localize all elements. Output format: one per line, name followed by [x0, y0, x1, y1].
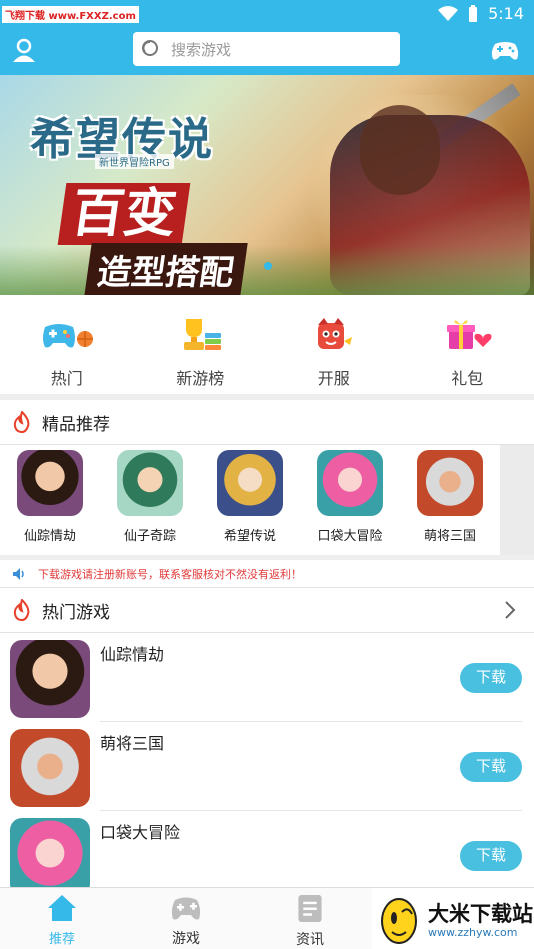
featured-item-label: 仙踪情劫: [23, 529, 76, 544]
game-icon: [417, 450, 483, 516]
notice-text: 下载游戏请注册新账号，联系客服核对不然没有返利！: [38, 567, 302, 581]
banner-slogan-sub: 造型搭配: [84, 243, 248, 295]
featured-scroll-area[interactable]: [500, 445, 534, 555]
hot-games-section-header[interactable]: 热门游戏: [0, 588, 534, 632]
gamepad-ball-icon: [42, 324, 93, 348]
featured-list: 仙踪情劫 仙子奇踪 希望传说 口袋大冒险 萌将三国: [0, 445, 500, 555]
site-watermark: 大米下载站 www.zzhyw.com: [372, 887, 534, 949]
notice-bar: 下载游戏请注册新账号，联系客服核对不然没有返利！: [0, 560, 534, 587]
game-icon: [317, 450, 383, 516]
quick-nav-new-ranking[interactable]: 新游榜: [134, 295, 268, 394]
server-mascot-icon: [317, 318, 352, 349]
battery-icon: [469, 4, 478, 22]
game-icon: [117, 450, 183, 516]
mascot-logo: [381, 898, 417, 944]
watermark-title: 大米下载站: [428, 902, 533, 926]
featured-item-label: 萌将三国: [423, 529, 476, 544]
banner-hero-hair: [360, 105, 440, 195]
featured-item-label: 仙子奇踪: [123, 529, 176, 544]
top-watermark: 飞翔下载 www.FXXZ.com: [2, 6, 139, 23]
game-list-row[interactable]: 仙踪情劫 下载: [0, 633, 534, 722]
game-icon: [217, 450, 283, 516]
game-name: 口袋大冒险: [100, 823, 181, 842]
featured-title: 精品推荐: [42, 414, 110, 435]
hot-games-title: 热门游戏: [42, 602, 110, 623]
quick-nav-new-ranking-label: 新游榜: [176, 369, 225, 388]
game-name: 仙踪情劫: [100, 645, 165, 664]
gamepad-icon: [171, 897, 201, 920]
home-icon: [48, 895, 76, 921]
gamepad-icon[interactable]: [490, 38, 520, 62]
news-icon: [298, 894, 322, 923]
watermark-url: www.zzhyw.com: [428, 926, 518, 939]
status-time: 5:14: [488, 4, 524, 23]
banner-page-indicator[interactable]: [264, 262, 272, 270]
game-icon: [17, 450, 83, 516]
flame-icon: [13, 411, 30, 433]
download-button[interactable]: 下载: [460, 663, 522, 693]
featured-item[interactable]: 仙踪情劫: [0, 445, 100, 555]
gift-heart-icon: [447, 320, 492, 349]
banner-logo-subtitle: 新世界冒险RPG: [95, 154, 174, 169]
featured-section-header: 精品推荐: [0, 400, 534, 444]
tab-games-label: 游戏: [172, 931, 200, 947]
trophy-icon: [184, 319, 222, 350]
game-list-row[interactable]: 萌将三国 下载: [0, 722, 534, 811]
search-icon: [142, 40, 158, 56]
featured-item[interactable]: 萌将三国: [400, 445, 500, 555]
search-placeholder: 搜索游戏: [171, 40, 232, 59]
tab-recommend[interactable]: 推荐: [0, 888, 124, 949]
search-input[interactable]: 搜索游戏: [133, 32, 400, 66]
game-icon: [10, 729, 90, 807]
quick-nav-gift-label: 礼包: [451, 369, 484, 388]
featured-item-label: 口袋大冒险: [317, 529, 383, 544]
quick-nav-hot[interactable]: 热门: [0, 295, 134, 394]
game-icon: [10, 640, 90, 718]
user-profile-icon[interactable]: [11, 37, 37, 63]
status-bar: 5:14: [438, 4, 524, 23]
chevron-right-icon[interactable]: [504, 600, 516, 620]
featured-item[interactable]: 希望传说: [200, 445, 300, 555]
download-button[interactable]: 下载: [460, 841, 522, 871]
featured-item[interactable]: 口袋大冒险: [300, 445, 400, 555]
wifi-icon: [438, 5, 459, 21]
speaker-icon: [13, 567, 24, 580]
featured-item-label: 希望传说: [223, 529, 276, 544]
tab-news[interactable]: 资讯: [248, 888, 372, 949]
quick-nav-hot-label: 热门: [50, 369, 83, 388]
tab-games[interactable]: 游戏: [124, 888, 248, 949]
bottom-tab-bar: 推荐 游戏 资讯: [0, 887, 372, 949]
promo-banner[interactable]: 希望传说 新世界冒险RPG 百变 造型搭配: [0, 75, 534, 295]
game-icon: [10, 818, 90, 896]
game-name: 萌将三国: [100, 734, 165, 753]
quick-nav-server-label: 开服: [317, 369, 350, 388]
banner-ground: [0, 245, 534, 295]
flame-icon: [13, 599, 30, 621]
quick-nav: 热门 新游榜 开服 礼包: [0, 295, 534, 394]
quick-nav-gift[interactable]: 礼包: [401, 295, 534, 394]
quick-nav-server[interactable]: 开服: [267, 295, 401, 394]
featured-item[interactable]: 仙子奇踪: [100, 445, 200, 555]
tab-recommend-label: 推荐: [48, 932, 75, 947]
tab-news-label: 资讯: [296, 932, 324, 948]
download-button[interactable]: 下载: [460, 752, 522, 782]
banner-slogan-main: 百变: [57, 183, 191, 245]
top-header: 飞翔下载 www.FXXZ.com 5:14 搜索游戏: [0, 0, 534, 75]
